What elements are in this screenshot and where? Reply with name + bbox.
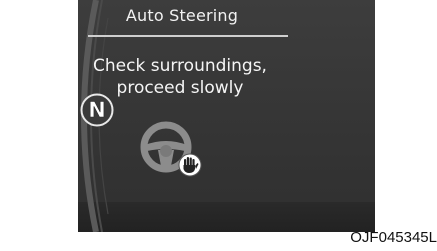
message-line-1: Check surroundings, xyxy=(93,56,267,76)
figure: N Auto Steering Check surroundings, proc… xyxy=(0,0,437,251)
message-line-2: proceed slowly xyxy=(116,78,244,98)
title-divider xyxy=(88,35,288,37)
figure-caption: OJF045345L xyxy=(350,229,437,246)
display-bottom-band xyxy=(78,202,375,232)
steering-wheel-hand-icon xyxy=(140,121,202,177)
gear-indicator-letter: N xyxy=(88,98,106,122)
display-title: Auto Steering xyxy=(125,6,239,25)
